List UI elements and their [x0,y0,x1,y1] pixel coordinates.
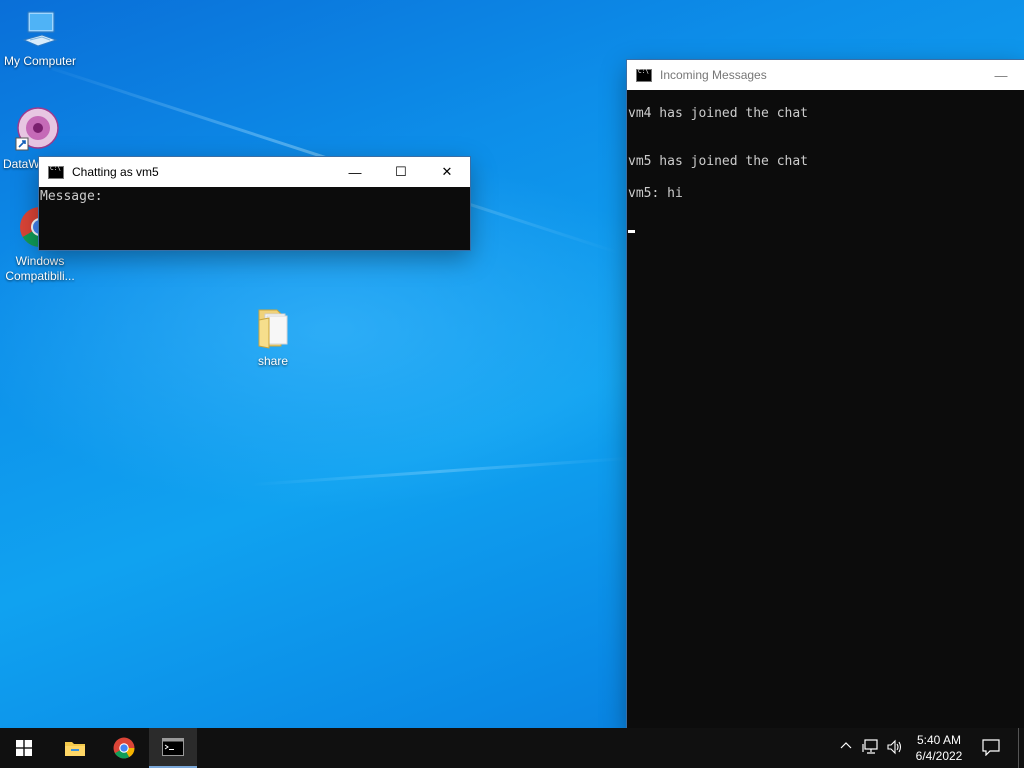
chat-window-title: Chatting as vm5 [72,165,159,179]
desktop-icon-my-computer[interactable]: My Computer [0,10,80,69]
network-icon[interactable] [862,739,880,758]
computer-icon [22,10,58,50]
messages-window-titlebar[interactable]: Incoming Messages — [627,60,1024,90]
command-prompt-icon[interactable] [149,728,197,768]
desktop-icon-label: Windows Compatibili... [5,254,75,283]
desktop-icon-share-folder[interactable]: share [233,306,313,369]
desktop-icon-label: My Computer [3,54,77,68]
chat-console-window[interactable]: Chatting as vm5 — ☐ ✕ Message: [39,157,470,250]
folder-icon [255,306,291,350]
show-desktop-button[interactable] [1018,728,1024,768]
show-hidden-icons-chevron-up-icon[interactable] [840,740,852,755]
action-center-notification-icon[interactable] [982,739,1000,759]
text-cursor [628,230,635,233]
message-line: vm5 has joined the chat [628,154,809,169]
clock-time: 5:40 AM [916,733,962,747]
minimize-button[interactable]: — [332,157,378,187]
messages-console-area: vm4 has joined the chat vm5 has joined t… [627,90,1024,728]
command-prompt-icon [636,68,652,82]
messages-window-title: Incoming Messages [660,68,767,82]
message-line: vm4 has joined the chat [628,106,809,121]
desktop-icon-label: share [257,354,289,368]
command-prompt-icon [48,165,64,179]
chat-console-area[interactable]: Message: [39,187,470,250]
chrome-icon[interactable] [100,728,148,768]
windows-start-icon[interactable] [0,728,48,768]
message-prompt: Message: [40,189,103,204]
wallpaper-light-ray [250,456,630,487]
volume-icon[interactable] [886,739,904,758]
close-button[interactable]: ✕ [424,157,470,187]
chat-window-titlebar[interactable]: Chatting as vm5 — ☐ ✕ [39,157,470,187]
message-line: vm5: hi [628,186,683,201]
system-clock[interactable]: 5:40 AM 6/4/2022 [904,732,974,764]
minimize-button[interactable]: — [978,60,1024,90]
incoming-messages-window[interactable]: Incoming Messages — vm4 has joined the c… [627,60,1024,728]
maximize-button[interactable]: ☐ [378,157,424,187]
taskbar: 5:40 AM 6/4/2022 [0,728,1024,768]
clock-date: 6/4/2022 [915,749,963,763]
datawrapper-icon [14,104,62,154]
file-explorer-icon[interactable] [51,728,99,768]
